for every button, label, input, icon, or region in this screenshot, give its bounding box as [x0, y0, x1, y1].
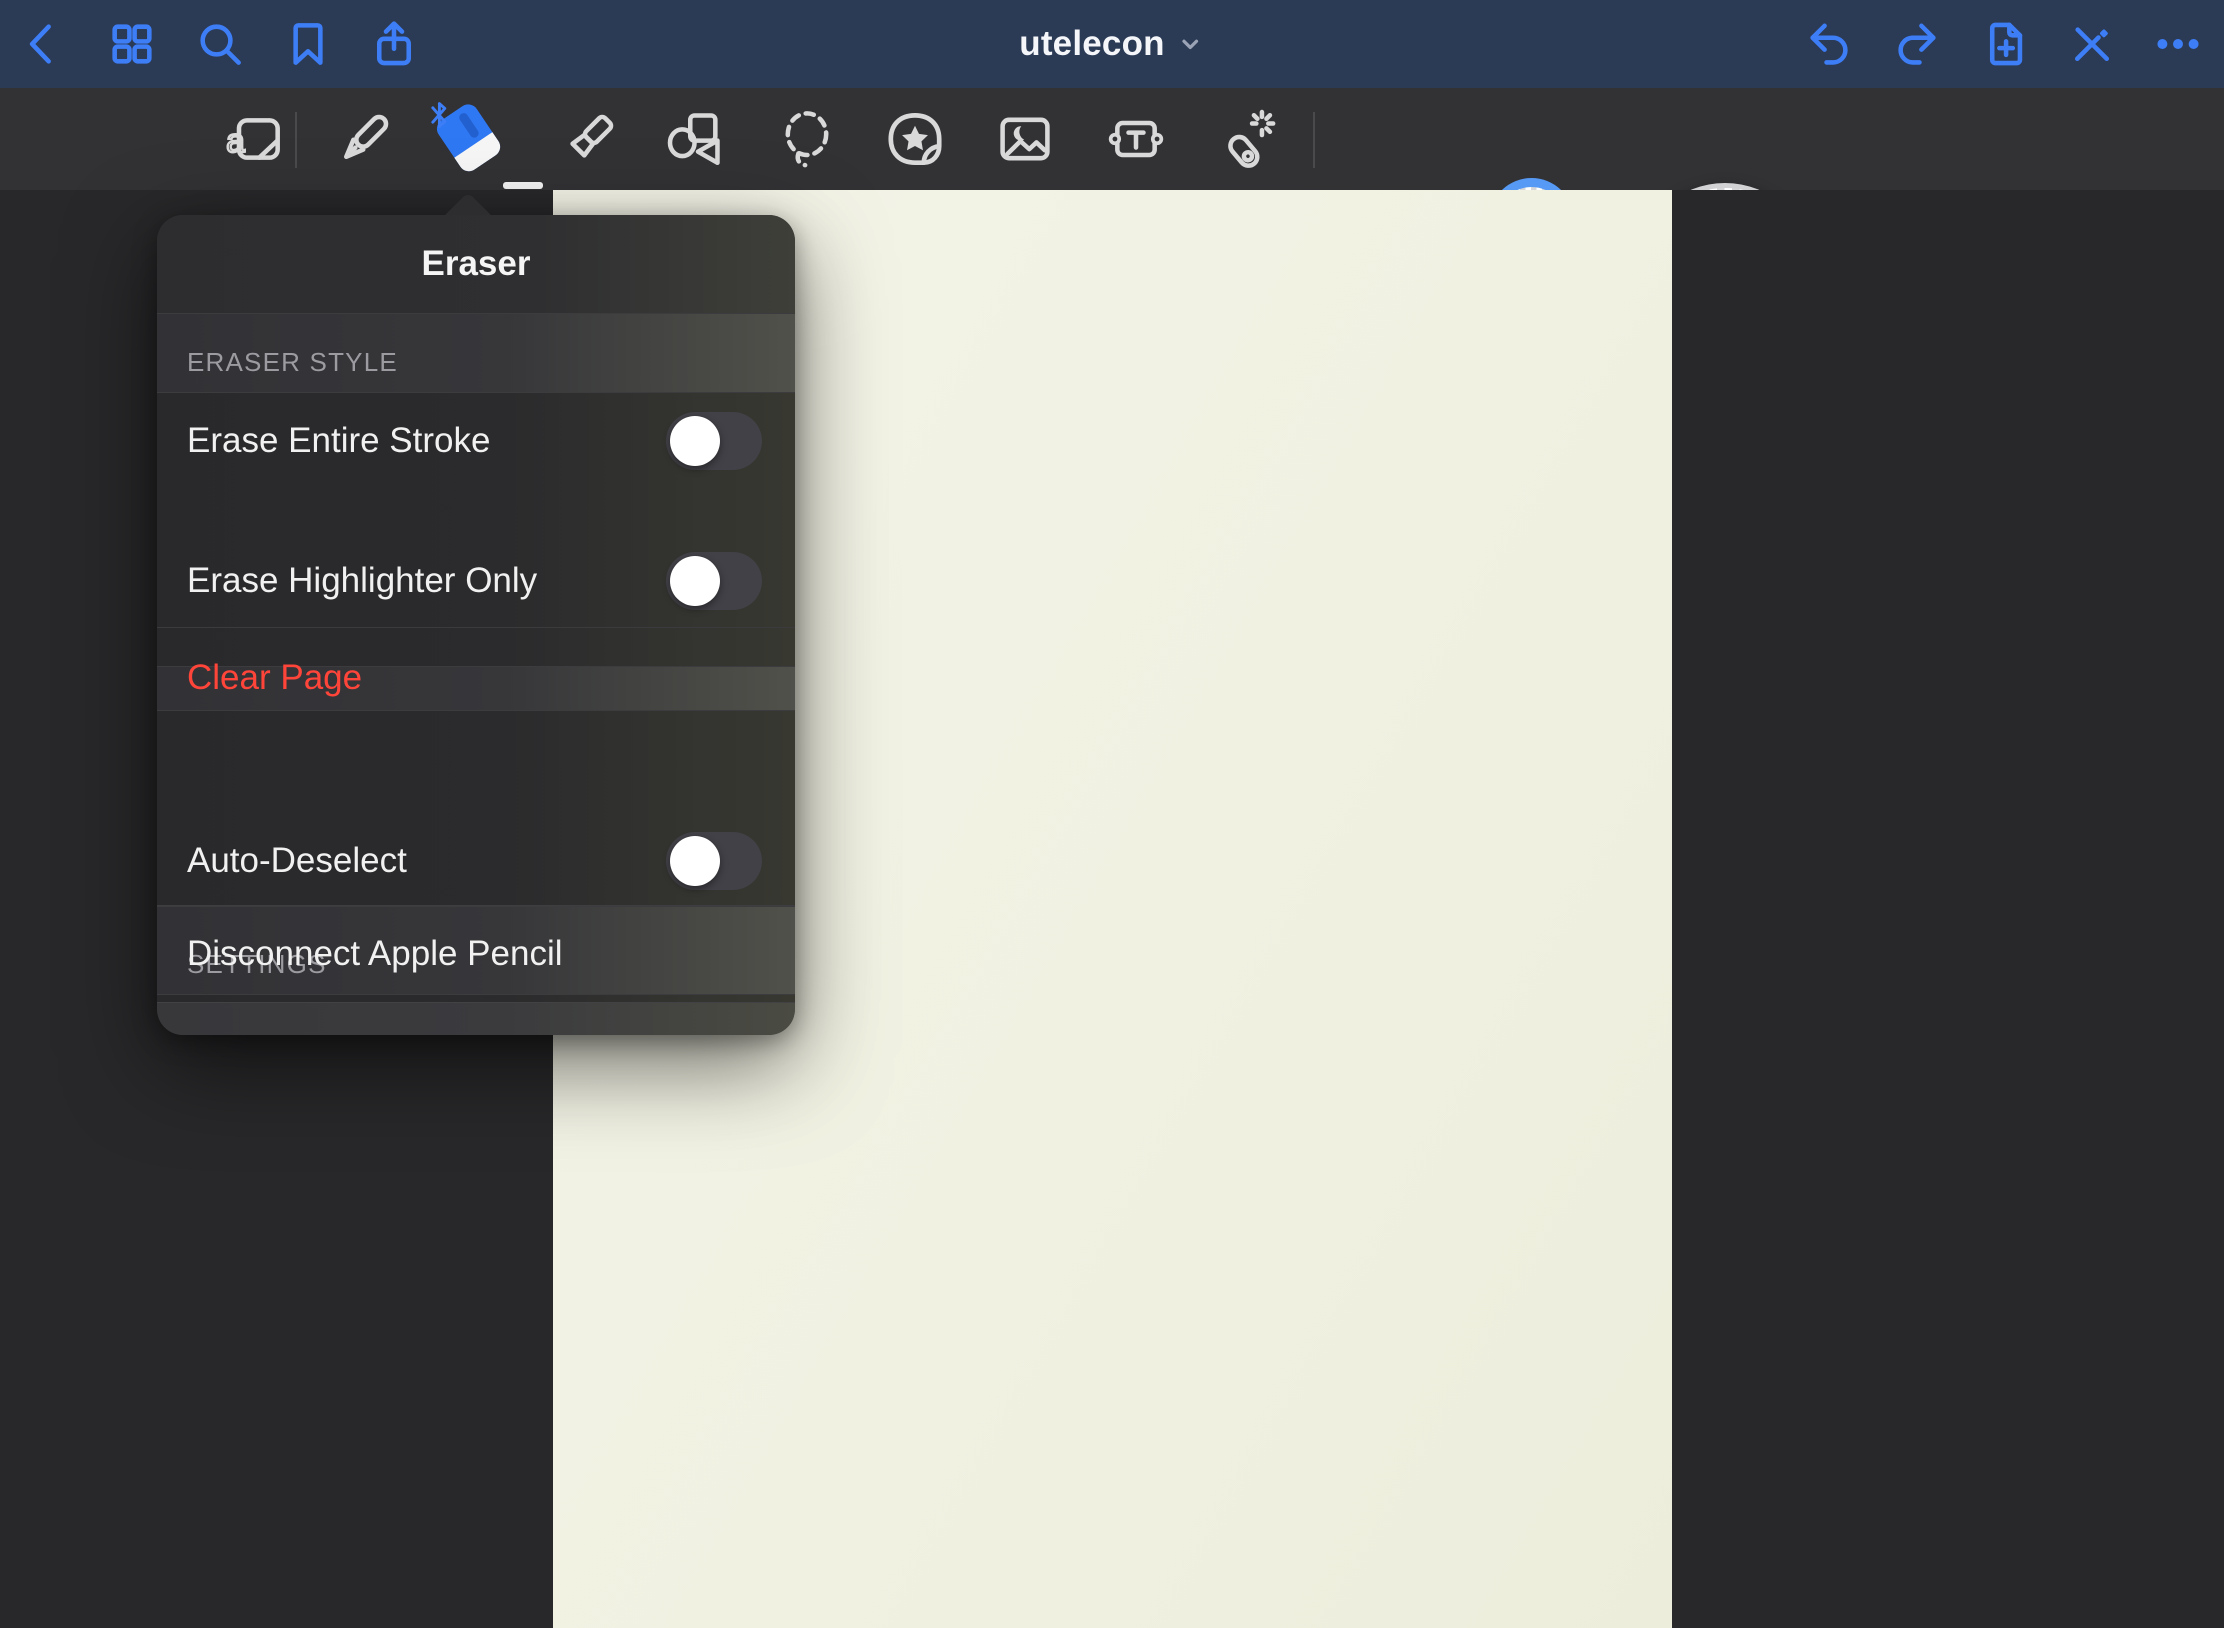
image-icon	[993, 107, 1057, 171]
undo-icon	[1804, 18, 1856, 70]
toolbar: a	[0, 88, 2224, 190]
document-title-button[interactable]: utelecon	[1011, 0, 1213, 88]
popover-footer	[157, 1002, 795, 1035]
clear-page-button[interactable]: Clear Page	[157, 627, 795, 728]
share-button[interactable]	[364, 14, 424, 74]
clear-page-label: Clear Page	[187, 658, 362, 698]
eraser-popover: Eraser ERASER STYLE Erase Entire Stroke …	[157, 215, 795, 1035]
erase-entire-stroke-toggle[interactable]	[666, 412, 762, 470]
popover-title: Eraser	[422, 244, 531, 284]
toggle-knob	[670, 416, 720, 466]
add-page-button[interactable]	[1975, 14, 2035, 74]
text-icon	[1104, 107, 1168, 171]
shapes-tool[interactable]	[648, 88, 740, 190]
shapes-icon	[662, 107, 726, 171]
laser-pointer-tool[interactable]	[1201, 88, 1293, 190]
lasso-tool[interactable]	[761, 88, 853, 190]
search-icon	[194, 18, 246, 70]
grid-icon	[106, 18, 158, 70]
back-button[interactable]	[13, 14, 73, 74]
auto-deselect-row: Auto-Deselect	[157, 817, 795, 905]
toggle-knob	[670, 836, 720, 886]
chevron-down-icon	[1175, 29, 1205, 59]
search-button[interactable]	[190, 14, 250, 74]
selected-tool-indicator	[503, 182, 543, 189]
eraser-size-medium[interactable]	[1489, 178, 1574, 190]
pen-icon	[332, 107, 396, 171]
sticker-icon	[882, 106, 948, 172]
erase-entire-stroke-label: Erase Entire Stroke	[187, 421, 490, 461]
stylus-cross-icon	[2066, 18, 2118, 70]
highlighter-icon	[557, 107, 621, 171]
chevron-left-icon	[17, 18, 69, 70]
popover-header: Eraser	[157, 215, 795, 313]
laser-pointer-icon	[1215, 107, 1279, 171]
pages-overview-button[interactable]	[102, 14, 162, 74]
erase-entire-stroke-row: Erase Entire Stroke	[157, 393, 795, 488]
stylus-mode-button[interactable]	[2062, 14, 2122, 74]
text-tool[interactable]	[1090, 88, 1182, 190]
section-header-label: ERASER STYLE	[157, 347, 398, 392]
eraser-size-large[interactable]	[1637, 183, 1813, 190]
toggle-knob	[670, 556, 720, 606]
bluetooth-icon	[428, 98, 452, 132]
svg-text:a: a	[226, 123, 245, 160]
zoom-window-tool[interactable]: a	[209, 88, 301, 190]
zoom-window-icon: a	[223, 107, 287, 171]
erase-highlighter-only-label: Erase Highlighter Only	[187, 561, 537, 601]
nav-bar: utelecon	[0, 0, 2224, 88]
image-tool[interactable]	[979, 88, 1071, 190]
bookmark-icon	[282, 18, 334, 70]
share-icon	[368, 18, 420, 70]
add-page-icon	[1979, 18, 2031, 70]
highlighter-tool[interactable]	[543, 88, 635, 190]
erase-highlighter-only-toggle[interactable]	[666, 552, 762, 610]
section-eraser-style: ERASER STYLE	[157, 313, 795, 393]
disconnect-apple-pencil-button[interactable]: Disconnect Apple Pencil	[157, 905, 795, 1002]
disconnect-apple-pencil-label: Disconnect Apple Pencil	[187, 934, 563, 974]
redo-icon	[1890, 18, 1942, 70]
toolbar-divider	[295, 112, 297, 168]
lasso-icon	[775, 107, 839, 171]
pen-tool[interactable]	[318, 88, 410, 190]
undo-button[interactable]	[1800, 14, 1860, 74]
auto-deselect-label: Auto-Deselect	[187, 841, 407, 881]
eraser-tool[interactable]	[422, 88, 514, 190]
toolbar-divider	[1313, 112, 1315, 168]
auto-deselect-toggle[interactable]	[666, 832, 762, 890]
stickers-tool[interactable]	[869, 88, 961, 190]
more-button[interactable]	[2148, 14, 2208, 74]
redo-button[interactable]	[1886, 14, 1946, 74]
erase-highlighter-only-row: Erase Highlighter Only	[157, 533, 795, 627]
bookmark-button[interactable]	[278, 14, 338, 74]
ellipsis-icon	[2152, 18, 2204, 70]
document-title: utelecon	[1019, 24, 1165, 64]
